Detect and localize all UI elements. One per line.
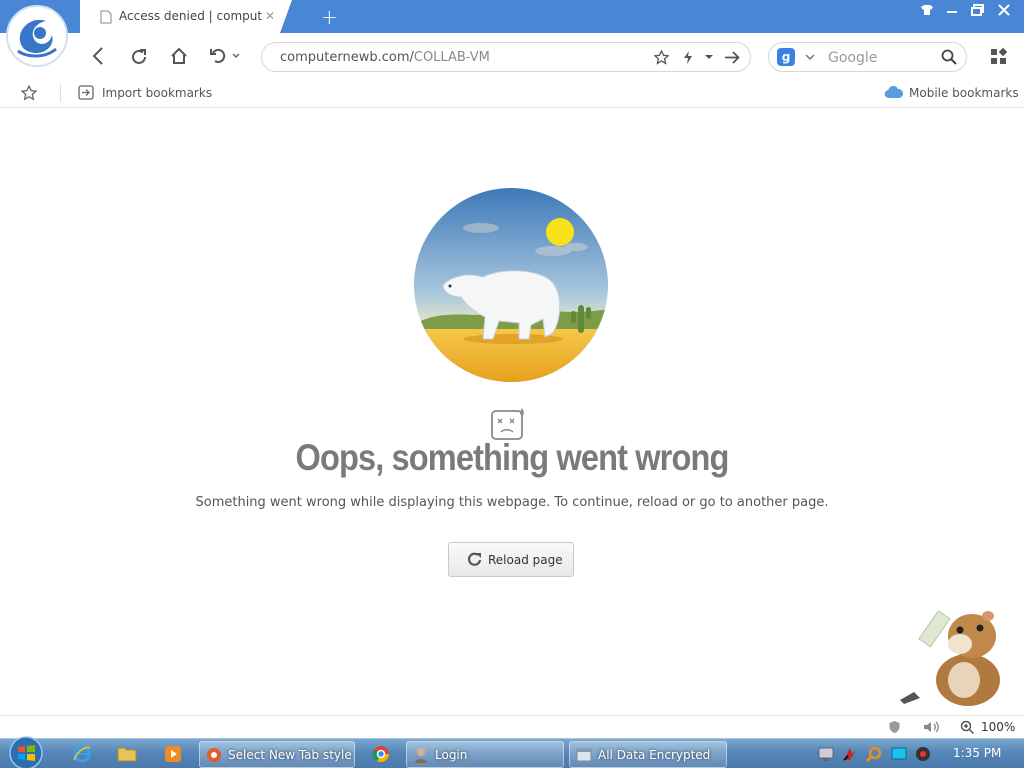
apps-grid-icon[interactable]: [990, 48, 1007, 65]
home-icon[interactable]: [170, 47, 188, 65]
shield-icon[interactable]: [888, 720, 901, 734]
divider: [60, 84, 61, 102]
tray-app-icon[interactable]: [915, 746, 931, 762]
shirt-icon[interactable]: [920, 4, 934, 16]
address-bar[interactable]: computernewb.com/COLLAB-VM: [261, 42, 751, 72]
restore-icon[interactable]: [971, 4, 985, 16]
tab-title: Access denied | computernewb: [119, 9, 262, 23]
minimize-icon[interactable]: [946, 2, 958, 16]
hamster-mascot: [898, 608, 1008, 708]
chrome-icon[interactable]: [371, 744, 391, 764]
status-bar: 100%: [0, 715, 1024, 738]
back-icon[interactable]: [92, 47, 104, 65]
chevron-down-icon[interactable]: [805, 54, 815, 61]
reload-page-button[interactable]: Reload page: [448, 542, 574, 577]
search-box[interactable]: g Google: [768, 42, 967, 72]
url-host: computernewb.com/: [280, 50, 414, 65]
folder-icon[interactable]: [117, 745, 137, 763]
error-description: Something went wrong while displaying th…: [195, 495, 829, 510]
taskbar-item-browser[interactable]: Select New Tab style ...: [199, 741, 355, 768]
reload-page-label: Reload page: [488, 553, 563, 567]
error-title: Oops, something went wrong: [295, 437, 730, 478]
media-player-icon[interactable]: [163, 744, 183, 764]
url-path: COLLAB-VM: [413, 50, 490, 65]
go-arrow-icon[interactable]: [724, 50, 740, 65]
start-orb-icon[interactable]: [6, 736, 46, 768]
bookmarks-bar: Import bookmarks Mobile bookmarks: [0, 80, 1024, 108]
taskbar-item-login[interactable]: Login: [406, 741, 564, 768]
page-icon: [100, 10, 112, 24]
bookmark-star-icon[interactable]: [21, 85, 37, 101]
zoom-level[interactable]: 100%: [981, 720, 1015, 734]
url-text[interactable]: computernewb.com/COLLAB-VM: [280, 50, 490, 65]
mobile-bookmarks-link[interactable]: Mobile bookmarks: [909, 86, 1019, 100]
reload-icon: [467, 552, 483, 567]
import-bookmarks-link[interactable]: Import bookmarks: [102, 86, 212, 100]
taskbar-item-label: Select New Tab style ...: [228, 748, 355, 762]
browser-tab[interactable]: Access denied | computernewb ✕: [80, 0, 292, 33]
import-icon[interactable]: [78, 85, 94, 100]
tray-monitor-icon[interactable]: [891, 746, 907, 762]
search-input[interactable]: Google: [828, 50, 877, 66]
taskbar-item-label: All Data Encrypted: [598, 748, 711, 762]
speaker-icon[interactable]: [923, 720, 941, 734]
tray-flag-icon[interactable]: [842, 746, 858, 762]
taskbar-clock[interactable]: 1:35 PM: [953, 746, 1001, 760]
tray-search-icon[interactable]: [866, 746, 882, 762]
refresh-icon[interactable]: [129, 47, 149, 67]
browser-logo-icon: [206, 747, 222, 763]
polar-bear-illustration: [413, 187, 609, 383]
tray-network-icon[interactable]: [818, 746, 834, 762]
taskbar: Select New Tab style ... Login All Data …: [0, 736, 1024, 768]
zoom-icon[interactable]: [960, 720, 975, 735]
dropdown-icon[interactable]: [704, 54, 714, 60]
user-icon: [413, 747, 429, 763]
star-icon[interactable]: [654, 50, 669, 65]
new-tab-button[interactable]: +: [321, 5, 338, 29]
taskbar-item-label: Login: [435, 748, 468, 762]
browser-logo-icon[interactable]: [6, 5, 68, 67]
window-icon: [576, 747, 592, 763]
undo-icon[interactable]: [209, 47, 243, 65]
search-engine-badge[interactable]: g: [777, 48, 795, 66]
ie-icon[interactable]: [72, 744, 92, 764]
cloud-icon[interactable]: [884, 84, 903, 100]
taskbar-item-encrypted[interactable]: All Data Encrypted: [569, 741, 727, 768]
lightning-icon[interactable]: [682, 50, 694, 65]
search-icon[interactable]: [941, 49, 957, 65]
close-icon[interactable]: ✕: [265, 9, 275, 23]
close-window-icon[interactable]: [998, 4, 1010, 16]
